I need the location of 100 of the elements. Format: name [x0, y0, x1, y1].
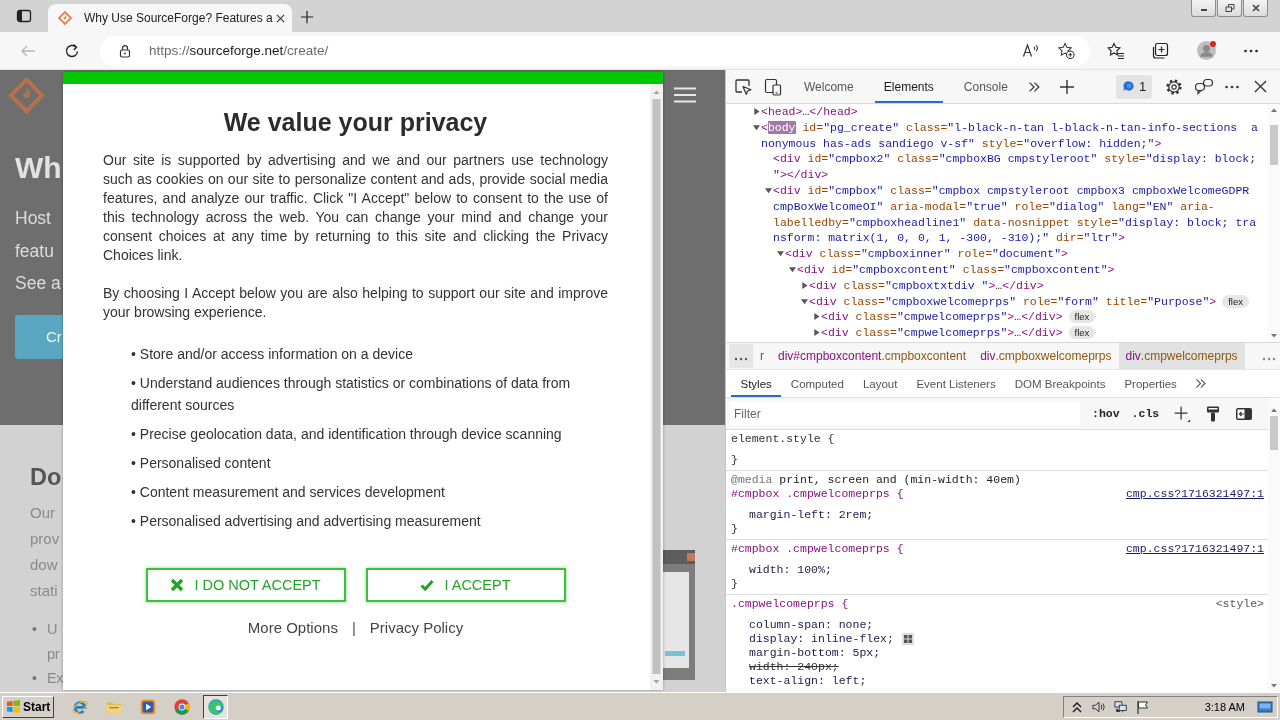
dom-node[interactable]: <div id="cmpbox" class="cmpbox cmpstyleroot cmpbox3 cmpboxWelcomeGDPR cmpBoxWelcomeOI" aria-modal="true" role="dialog" lang="EN" aria- labelledby="cmpboxheadline1" data-nosnippet style="display: block; tra nsform: matrix(1, 0, 0, 1, -300, -310);" dir="ltr">: [773, 183, 1257, 247]
dom-node[interactable]: <div id="cmpbox2" class="cmpboxBG cmpstyleroot" style="display: block; "></div>: [773, 151, 1257, 183]
flex-badge[interactable]: flex: [1068, 326, 1096, 340]
grid-icon[interactable]: [901, 633, 914, 645]
css-declaration[interactable]: display: inline-flex;: [749, 632, 894, 646]
caret-right-icon[interactable]: [813, 329, 820, 337]
refresh-icon[interactable]: [64, 42, 80, 59]
page-text: featu: [15, 239, 54, 263]
dom-node[interactable]: <div id="cmpboxcontent" class="cmpboxcontent">: [797, 261, 1115, 278]
close-button[interactable]: [1243, 0, 1268, 17]
address-field[interactable]: https://sourceforge.net/create/: [100, 35, 1090, 66]
caret-right-icon[interactable]: [813, 313, 820, 321]
breadcrumb[interactable]: div.cmpboxwelcomeprps: [973, 343, 1119, 369]
styles-tab[interactable]: DOM Breakpoints: [1005, 370, 1115, 397]
breadcrumb[interactable]: r: [753, 343, 771, 369]
page-text: stati: [30, 581, 59, 601]
css-declaration[interactable]: margin-left: 2rem;: [749, 508, 874, 522]
close-icon[interactable]: [1254, 80, 1267, 93]
dialog-paragraph: Our site is supported by advertising and we and our partners use technology such as cookies on our site to personalize content and ads, provide social media features, and analyze our traffic. Click "I Accept" below to consent to the use of this technology across the web. You can change your mind and change your consent choices at any time by returning to this site and clicking the Privacy Choices link.: [103, 151, 608, 265]
styles-tab[interactable]: Properties: [1114, 370, 1187, 397]
check-icon: [420, 578, 435, 592]
toggle-button[interactable]: :hov: [1092, 407, 1120, 420]
diamond-logo-icon: [8, 76, 45, 114]
speaker-icon[interactable]: [1091, 699, 1106, 714]
issues-button[interactable]: 1: [1116, 74, 1152, 99]
caret-down-icon[interactable]: [789, 265, 796, 273]
play-icon: [138, 697, 157, 716]
filter-field[interactable]: Filter: [730, 402, 1080, 425]
read-aloud-icon[interactable]: [1022, 42, 1040, 59]
caret-right-icon[interactable]: [753, 108, 760, 115]
restore-button[interactable]: [1217, 0, 1242, 17]
minimize-button[interactable]: [1191, 0, 1216, 17]
dom-node[interactable]: <div class="cmpboxtxtdiv ">…</div>: [809, 277, 1044, 294]
source-link[interactable]: cmp.css?1716321497:1: [1125, 542, 1264, 556]
dom-node[interactable]: <div class="cmpwelcomeprps">…</div>: [821, 325, 1063, 341]
show-desktop-icon[interactable]: [1257, 699, 1273, 714]
caret-down-icon[interactable]: [777, 250, 784, 258]
styles-tab[interactable]: Event Listeners: [906, 370, 1006, 397]
collections-icon[interactable]: [1151, 41, 1169, 60]
source-link[interactable]: cmp.css?1716321497:1: [1125, 487, 1264, 501]
dom-node[interactable]: <head>…</head>: [761, 104, 858, 120]
css-declaration[interactable]: column-span: none;: [749, 618, 874, 632]
caret-down-icon[interactable]: [801, 297, 808, 305]
close-icon[interactable]: [276, 13, 285, 23]
styles-tab[interactable]: Computed: [781, 370, 854, 397]
devtools-tab[interactable]: Elements: [874, 70, 943, 103]
chevrons-icon[interactable]: [1194, 377, 1208, 390]
clock-text[interactable]: 3:18 AM: [1204, 700, 1245, 713]
swirl-logo-icon: [206, 697, 225, 716]
flag-icon[interactable]: [1135, 699, 1150, 714]
css-declaration[interactable]: margin-bottom: 5px;: [749, 646, 881, 660]
page-heading: Wh: [15, 150, 62, 186]
scrollbar[interactable]: [650, 84, 663, 690]
list-bullet: •: [32, 620, 38, 639]
favorites-icon[interactable]: [1107, 41, 1125, 60]
list-text: pr: [47, 644, 60, 664]
css-declaration[interactable]: text-align: left;: [749, 674, 867, 688]
menu-icon[interactable]: [674, 87, 696, 103]
chat-bubbles-icon[interactable]: [1194, 76, 1214, 97]
purpose-item: • Understand audiences through statistics or combinations of data from different sources: [131, 374, 572, 415]
plus-icon[interactable]: [300, 10, 314, 24]
page-text: dow: [30, 555, 59, 575]
browser-tab[interactable]: Why Use SourceForge? Features a: [48, 4, 292, 32]
page-text: Our: [30, 503, 56, 523]
star-plus-icon[interactable]: [1057, 42, 1075, 59]
device-icon[interactable]: [763, 76, 783, 97]
text-link[interactable]: More Options: [247, 619, 338, 637]
text-link[interactable]: Privacy Policy: [369, 619, 464, 637]
plus-icon[interactable]: [1173, 404, 1192, 423]
dom-node[interactable]: <div class="cmpboxwelcomeprps" role="form" title="Purpose">: [809, 293, 1217, 310]
page-text: prov: [30, 529, 61, 549]
flex-badge[interactable]: flex: [1222, 294, 1250, 308]
network-icon[interactable]: [1113, 699, 1128, 714]
closing-brace: }: [731, 453, 738, 467]
styles-tab[interactable]: Layout: [853, 370, 907, 397]
flex-badge[interactable]: flex: [1068, 310, 1096, 324]
caret-right-icon[interactable]: [801, 281, 808, 289]
dom-node[interactable]: <div class="cmpwelcomeprps">…</div>: [821, 309, 1063, 326]
css-declaration[interactable]: width: 100%;: [749, 563, 832, 577]
diamond-logo-icon: [58, 11, 72, 25]
source-label: <style>: [1215, 597, 1264, 611]
caret-down-icon[interactable]: [765, 187, 772, 194]
breadcrumb[interactable]: div#cmpboxcontent.cmpboxcontent: [771, 343, 974, 369]
closing-brace: }: [731, 577, 738, 591]
css-selector: .cmpwelcomeprps {: [731, 597, 849, 611]
taskbar-button[interactable]: [203, 694, 228, 719]
css-declaration[interactable]: width: 240px;: [749, 660, 839, 674]
dom-node[interactable]: <div class="cmpboxinner" role="document">: [785, 246, 1068, 262]
start-button[interactable]: Start: [2, 695, 54, 718]
devtools-tab[interactable]: Console: [954, 70, 1017, 103]
inspect-icon[interactable]: [733, 76, 753, 97]
breadcrumb[interactable]: div.cmpwelcomeprps: [1118, 343, 1245, 369]
tab-actions-icon[interactable]: [16, 8, 32, 24]
plus-icon[interactable]: [1058, 78, 1075, 95]
devtools-tab[interactable]: Welcome: [795, 70, 863, 103]
avatar-icon[interactable]: [1196, 40, 1217, 61]
round-logo-icon: [172, 697, 191, 716]
lock-icon: [118, 43, 132, 58]
caret-down-icon[interactable]: [753, 123, 760, 131]
toggle-button[interactable]: .cls: [1131, 407, 1160, 420]
